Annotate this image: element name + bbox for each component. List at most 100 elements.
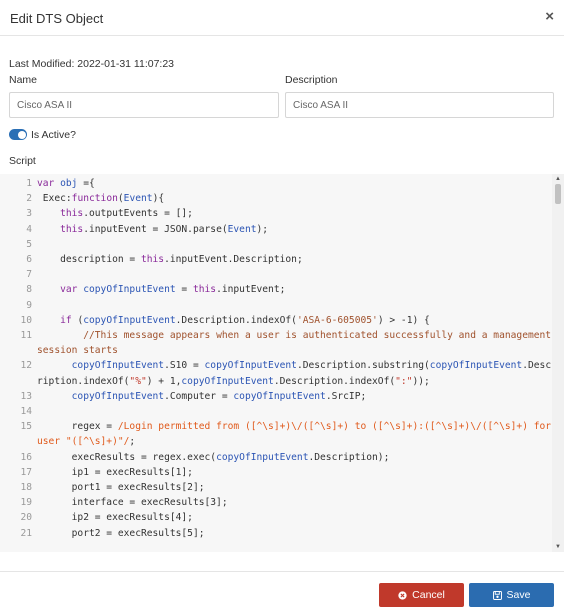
code-token: copyOfInputEvent bbox=[216, 451, 309, 463]
line-number: 8 bbox=[26, 284, 32, 296]
dialog-title: Edit DTS Object bbox=[10, 11, 104, 26]
code-line: 16 execResults = regex.exec(copyOfInputE… bbox=[0, 450, 552, 465]
code-text: regex = /Login permitted from ([^\s]+)\/… bbox=[37, 419, 552, 449]
code-token: Event bbox=[123, 193, 153, 205]
scroll-up-icon[interactable]: ▲ bbox=[555, 176, 561, 182]
save-label: Save bbox=[506, 589, 531, 601]
code-token: copyOfInputEvent bbox=[83, 314, 176, 326]
code-token: "%" bbox=[129, 375, 147, 387]
code-token: .Computer = bbox=[164, 390, 234, 402]
code-text: if (copyOfInputEvent.Description.indexOf… bbox=[37, 313, 552, 328]
code-token: this bbox=[192, 284, 217, 296]
code-token: var bbox=[60, 284, 84, 296]
script-editor[interactable]: 1 var obj ={2 Exec:function(Event){3 this… bbox=[0, 174, 564, 552]
code-token: //This message appears when a user is au… bbox=[37, 330, 552, 357]
code-text: this.inputEvent = JSON.parse(Event); bbox=[37, 222, 552, 237]
toggle-knob bbox=[17, 130, 26, 139]
code-token: .inputEvent; bbox=[216, 284, 286, 296]
code-token: .outputEvents = []; bbox=[83, 208, 193, 220]
code-token: port2 = execResults[5]; bbox=[37, 527, 205, 539]
code-token: ) > -1) { bbox=[377, 314, 430, 326]
code-token: var bbox=[37, 178, 61, 189]
code-token: execResults = regex.exec( bbox=[37, 451, 217, 463]
code-text: ip2 = execResults[4]; bbox=[37, 510, 552, 525]
code-token: ; bbox=[129, 436, 136, 448]
code-text: ip1 = execResults[1]; bbox=[37, 465, 552, 480]
code-text: var copyOfInputEvent = this.inputEvent; bbox=[37, 282, 552, 297]
save-button[interactable]: Save bbox=[469, 583, 554, 607]
line-number: 1 bbox=[26, 178, 32, 189]
line-number: 2 bbox=[26, 193, 32, 205]
code-token: ip1 = execResults[1]; bbox=[37, 466, 193, 478]
code-line: 5 bbox=[0, 237, 552, 252]
is-active-label: Is Active? bbox=[31, 129, 76, 141]
code-area[interactable]: 1 var obj ={2 Exec:function(Event){3 this… bbox=[0, 174, 552, 541]
line-number: 9 bbox=[26, 299, 32, 311]
code-text: description = this.inputEvent.Descriptio… bbox=[37, 252, 552, 267]
close-icon[interactable]: × bbox=[545, 8, 554, 25]
code-line: 12 copyOfInputEvent.S10 = copyOfInputEve… bbox=[0, 358, 552, 388]
code-token: Event bbox=[227, 223, 257, 235]
last-modified-text: Last Modified: 2022-01-31 11:07:23 bbox=[9, 58, 175, 70]
code-line: 10 if (copyOfInputEvent.Description.inde… bbox=[0, 313, 552, 328]
code-token: copyOfInputEvent bbox=[429, 360, 523, 372]
code-line: 7 bbox=[0, 267, 552, 282]
code-line: 13 copyOfInputEvent.Computer = copyOfInp… bbox=[0, 389, 552, 404]
code-line: 14 bbox=[0, 404, 552, 419]
code-line: 21 port2 = execResults[5]; bbox=[0, 526, 552, 541]
code-text: execResults = regex.exec(copyOfInputEven… bbox=[37, 450, 552, 465]
code-token: obj bbox=[60, 178, 78, 189]
code-token: ":" bbox=[395, 375, 413, 387]
code-text: Exec:function(Event){ bbox=[37, 191, 552, 206]
code-token: ip2 = execResults[4]; bbox=[37, 512, 193, 524]
line-number: 21 bbox=[20, 527, 32, 539]
code-token: function bbox=[71, 193, 118, 205]
line-number: 3 bbox=[26, 208, 32, 220]
code-token: ( bbox=[71, 314, 84, 326]
code-token: .inputEvent.Description; bbox=[164, 254, 303, 266]
code-line: 18 port1 = execResults[2]; bbox=[0, 480, 552, 495]
editor-scrollbar[interactable]: ▲ ▼ bbox=[552, 174, 564, 552]
code-token: copyOfInputEvent bbox=[71, 360, 165, 372]
code-line: 19 interface = execResults[3]; bbox=[0, 495, 552, 510]
code-line: 11 //This message appears when a user is… bbox=[0, 328, 552, 358]
code-token: this bbox=[60, 208, 84, 220]
line-number: 14 bbox=[20, 406, 32, 418]
code-line: 6 description = this.inputEvent.Descript… bbox=[0, 252, 552, 267]
code-token: ){ bbox=[152, 193, 165, 205]
code-token: 'ASA-6-605005' bbox=[296, 314, 378, 326]
line-number: 5 bbox=[26, 238, 32, 250]
scrollbar-thumb[interactable] bbox=[555, 184, 561, 204]
line-number: 11 bbox=[20, 330, 32, 342]
code-token: this bbox=[140, 254, 165, 266]
description-input[interactable]: Cisco ASA II bbox=[285, 92, 554, 118]
code-token: description = bbox=[37, 254, 141, 266]
line-number: 16 bbox=[20, 451, 32, 463]
code-line: 20 ip2 = execResults[4]; bbox=[0, 510, 552, 525]
line-number: 7 bbox=[26, 269, 32, 281]
line-number: 6 bbox=[26, 254, 32, 266]
name-input[interactable]: Cisco ASA II bbox=[9, 92, 279, 118]
cancel-button[interactable]: Cancel bbox=[379, 583, 464, 607]
scroll-down-icon[interactable]: ▼ bbox=[555, 544, 561, 550]
is-active-toggle[interactable] bbox=[9, 129, 27, 140]
code-token: .Description.indexOf( bbox=[273, 375, 396, 387]
code-text: port1 = execResults[2]; bbox=[37, 480, 552, 495]
code-token: .Description); bbox=[308, 451, 390, 463]
code-token: .S10 = bbox=[164, 360, 205, 372]
code-line: 4 this.inputEvent = JSON.parse(Event); bbox=[0, 222, 552, 237]
code-token: interface = execResults[3]; bbox=[37, 497, 228, 509]
code-text: copyOfInputEvent.S10 = copyOfInputEvent.… bbox=[37, 358, 552, 388]
code-token: .SrcIP; bbox=[325, 390, 367, 402]
code-token: if bbox=[60, 314, 72, 326]
script-label: Script bbox=[9, 155, 36, 167]
name-label: Name bbox=[9, 74, 38, 86]
line-number: 18 bbox=[20, 482, 32, 494]
code-text: port2 = execResults[5]; bbox=[37, 526, 552, 541]
